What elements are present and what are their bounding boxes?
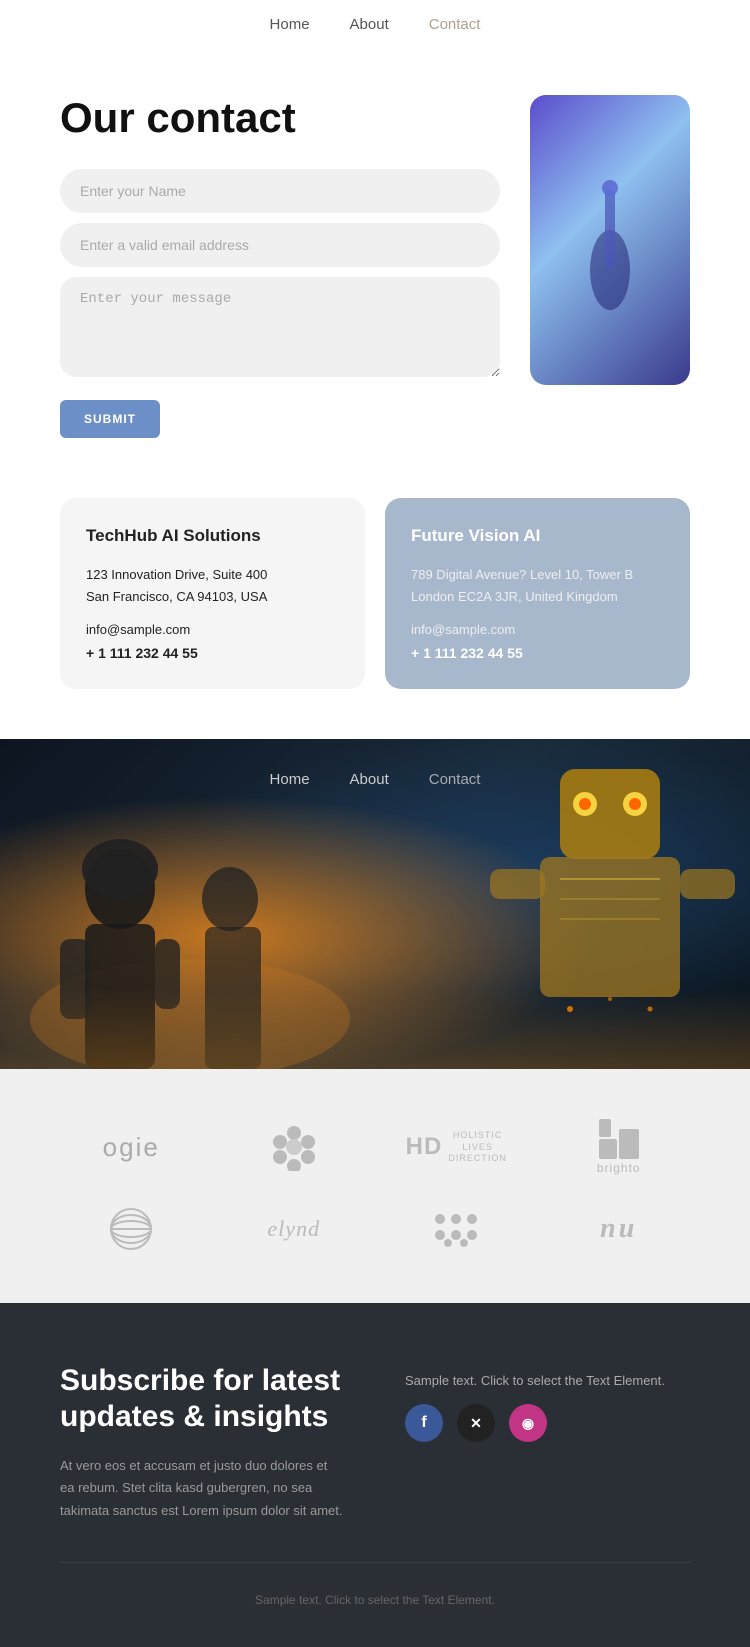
main-nav: Home About Contact bbox=[0, 0, 750, 45]
contact-image bbox=[530, 95, 690, 385]
footer-right: Sample text. Click to select the Text El… bbox=[405, 1363, 690, 1442]
contact-form-area: Our contact SUBMIT bbox=[60, 95, 500, 438]
contact-title: Our contact bbox=[60, 95, 500, 141]
logo-dots bbox=[432, 1211, 480, 1247]
logo-nu: nu bbox=[600, 1213, 637, 1245]
logos-section: ogie HD HOLISTICLIVESDIRECTION brighto bbox=[0, 1069, 750, 1303]
footer-left: Subscribe for latest updates & insights … bbox=[60, 1363, 345, 1521]
footer-sample-text: Sample text. Click to select the Text El… bbox=[405, 1373, 690, 1388]
twitter-icon[interactable]: ✕ bbox=[457, 1404, 495, 1442]
banner-nav-about[interactable]: About bbox=[350, 771, 389, 788]
nav-home[interactable]: Home bbox=[270, 16, 310, 33]
nav-contact[interactable]: Contact bbox=[429, 16, 481, 33]
banner-nav-home[interactable]: Home bbox=[270, 771, 310, 788]
logo-elynd: elynd bbox=[267, 1216, 320, 1242]
card1-address: 123 Innovation Drive, Suite 400 San Fran… bbox=[86, 564, 339, 608]
footer-top: Subscribe for latest updates & insights … bbox=[60, 1363, 690, 1521]
instagram-icon[interactable]: ◉ bbox=[509, 1404, 547, 1442]
card2-phone: + 1 111 232 44 55 bbox=[411, 645, 664, 661]
card2-address: 789 Digital Avenue? Level 10, Tower B Lo… bbox=[411, 564, 664, 608]
contact-section: Our contact SUBMIT bbox=[0, 45, 750, 478]
submit-button[interactable]: SUBMIT bbox=[60, 400, 160, 438]
logo-hd: HD HOLISTICLIVESDIRECTION bbox=[406, 1130, 507, 1165]
logo-circle-lines bbox=[107, 1205, 155, 1253]
logo-flower bbox=[270, 1123, 318, 1171]
card1-phone: + 1 111 232 44 55 bbox=[86, 645, 339, 661]
footer-title: Subscribe for latest updates & insights bbox=[60, 1363, 345, 1435]
banner-nav-contact[interactable]: Contact bbox=[429, 771, 481, 788]
card1-email: info@sample.com bbox=[86, 622, 339, 637]
footer-section: Subscribe for latest updates & insights … bbox=[0, 1303, 750, 1646]
banner-section: Home About Contact bbox=[0, 739, 750, 1069]
info-card-2: Future Vision AI 789 Digital Avenue? Lev… bbox=[385, 498, 690, 689]
logo-ogie: ogie bbox=[103, 1132, 160, 1163]
facebook-icon[interactable]: f bbox=[405, 1404, 443, 1442]
banner-nav: Home About Contact bbox=[270, 755, 481, 800]
card2-email: info@sample.com bbox=[411, 622, 664, 637]
footer-body-text: At vero eos et accusam et justo duo dolo… bbox=[60, 1455, 345, 1521]
card2-title: Future Vision AI bbox=[411, 526, 664, 546]
social-icons: f ✕ ◉ bbox=[405, 1404, 690, 1442]
cards-section: TechHub AI Solutions 123 Innovation Driv… bbox=[0, 478, 750, 739]
footer-bottom-text: Sample text. Click to select the Text El… bbox=[255, 1593, 495, 1607]
email-input[interactable] bbox=[60, 223, 500, 267]
message-input[interactable] bbox=[60, 277, 500, 377]
nav-about[interactable]: About bbox=[350, 16, 389, 33]
info-card-1: TechHub AI Solutions 123 Innovation Driv… bbox=[60, 498, 365, 689]
name-input[interactable] bbox=[60, 169, 500, 213]
logo-brighto: brighto bbox=[597, 1119, 641, 1175]
footer-bottom: Sample text. Click to select the Text El… bbox=[60, 1562, 690, 1607]
card1-title: TechHub AI Solutions bbox=[86, 526, 339, 546]
